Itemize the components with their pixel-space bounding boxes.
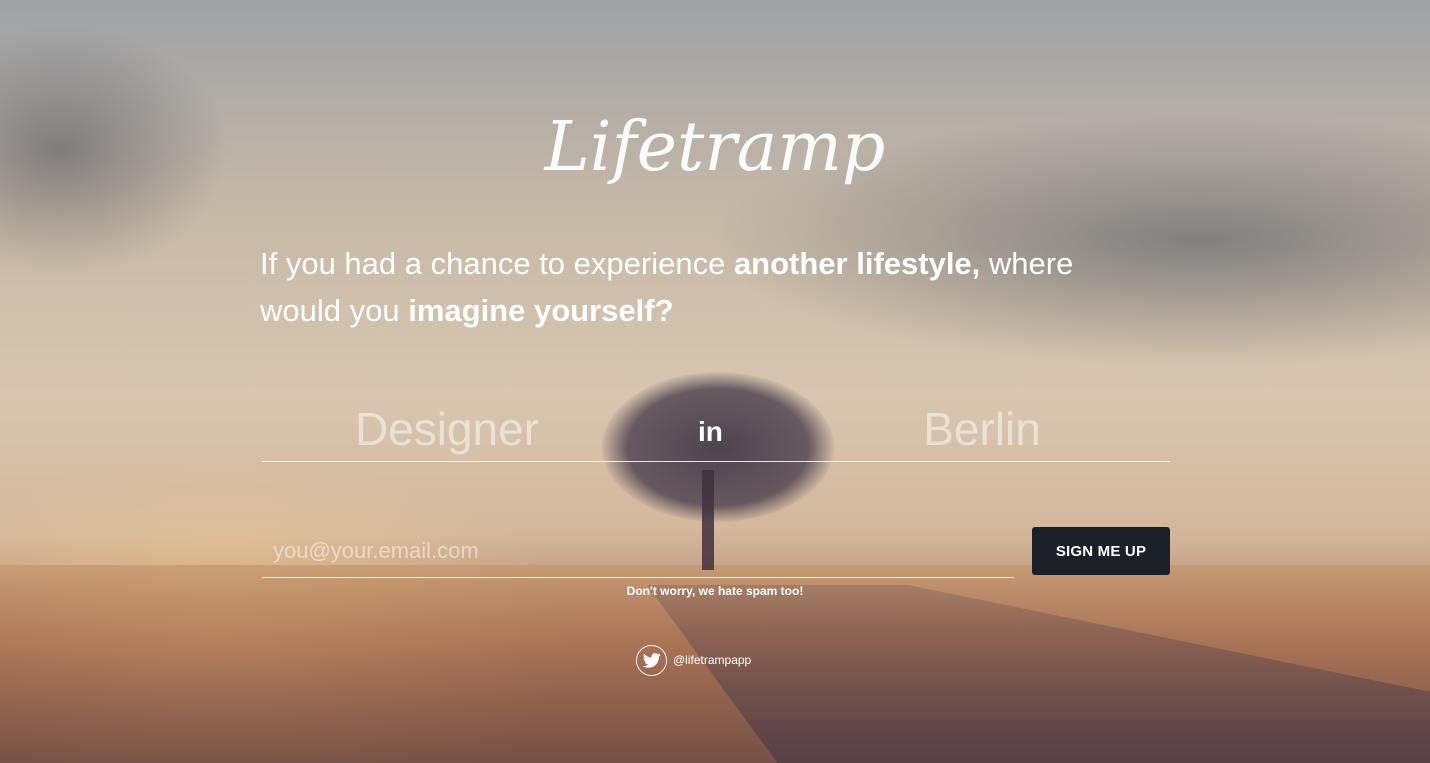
headline-part-1: If you had a chance to experience xyxy=(260,246,734,281)
role-input[interactable] xyxy=(262,396,632,462)
headline-emphasis-2: imagine yourself? xyxy=(408,293,674,328)
spam-note: Don't worry, we hate spam too! xyxy=(626,584,804,598)
connector-label: in xyxy=(698,416,723,447)
brand-logo: Lifetramp xyxy=(544,108,886,187)
email-field-wrapper xyxy=(262,524,1014,578)
lifestyle-fields: in xyxy=(262,396,1170,462)
email-field[interactable] xyxy=(262,524,1014,578)
sign-up-button[interactable]: SIGN ME UP xyxy=(1032,527,1170,575)
twitter-icon xyxy=(636,644,667,676)
twitter-handle: @lifetrampapp xyxy=(673,653,752,667)
page-headline: If you had a chance to experience anothe… xyxy=(260,240,1120,334)
headline-emphasis-1: another lifestyle, xyxy=(733,246,981,281)
twitter-link[interactable]: @lifetrampapp xyxy=(636,644,751,676)
city-input[interactable] xyxy=(797,396,1167,462)
